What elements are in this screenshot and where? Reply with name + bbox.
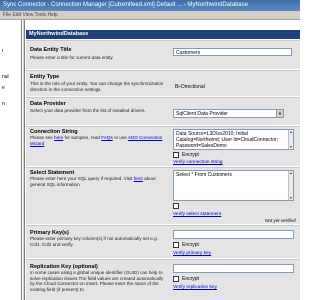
primary-key-section: Primary Key(s) Please enter primary key …: [26, 225, 300, 258]
nav-item[interactable]: nal: [2, 74, 9, 80]
select-statement-desc: Please enter here your SQL query if requ…: [30, 176, 168, 187]
connection-string-desc-mid: for samples, read: [64, 135, 101, 140]
verify-status: Not yet verified: [265, 218, 296, 223]
entity-type-section: Entity Type This is the role of your ent…: [26, 70, 300, 96]
scroll-up-icon[interactable]: ▲: [289, 171, 293, 175]
nav-item[interactable]: e: [2, 85, 5, 91]
verify-select-link[interactable]: Verify select statement: [173, 212, 221, 217]
entity-type-value: Bi-Directional: [175, 84, 205, 90]
chevron-down-icon[interactable]: ▼: [276, 110, 283, 117]
encrypt-replication-label: Encrypt: [182, 276, 199, 282]
verify-primary-key-link[interactable]: Verify primary key: [173, 251, 211, 256]
menu-bar[interactable]: File Edit View Tools Help: [0, 11, 300, 20]
entity-title-label: Data Entity Title: [30, 47, 72, 53]
data-provider-desc: Select your data provider from the list …: [30, 108, 146, 113]
connection-string-desc-pre: Please see: [30, 135, 53, 140]
scroll-down-icon[interactable]: ▼: [289, 145, 293, 149]
splitter[interactable]: [22, 20, 25, 300]
sql-here-link[interactable]: here: [134, 176, 143, 181]
nav-item[interactable]: n: [2, 101, 5, 107]
replication-key-input[interactable]: [173, 264, 294, 273]
connection-string-value: Data Source=L3D\sv2010; Initial Catalog=…: [176, 131, 278, 149]
verify-replication-link[interactable]: Verify replication key: [173, 285, 217, 290]
textarea-scrollbar[interactable]: ▲ ▼: [288, 130, 293, 149]
connection-string-section: Connection String Please see here for sa…: [26, 126, 300, 166]
select-statement-desc-pre: Please enter here your SQL query if requ…: [30, 176, 133, 181]
data-provider-section: Data Provider Select your data provider …: [26, 97, 300, 125]
textarea-scrollbar[interactable]: ▲ ▼: [288, 171, 293, 200]
select-statement-textarea[interactable]: Select * From Customers ▲ ▼: [173, 170, 294, 201]
entity-editor: MyNorthwindDatabase Data Entity Title Pl…: [26, 20, 300, 300]
samples-here-link[interactable]: here: [54, 135, 63, 140]
entity-title-desc: Please enter a title for current data en…: [30, 55, 114, 60]
primary-key-desc: Please enter primary key column(s) if no…: [30, 236, 158, 247]
data-provider-value: SqlClient Data Provider: [176, 111, 228, 117]
data-provider-label: Data Provider: [30, 101, 66, 107]
scroll-up-icon[interactable]: ▲: [289, 130, 293, 134]
select-statement-value: Select * From Customers: [176, 172, 232, 178]
entity-type-label: Entity Type: [30, 74, 60, 80]
entity-type-desc: This is the role of your entity. You can…: [30, 81, 164, 92]
entity-title-section: Data Entity Title Please enter a title f…: [26, 40, 300, 69]
scroll-down-icon[interactable]: ▼: [289, 196, 293, 200]
entity-title-input[interactable]: Customers: [173, 48, 292, 56]
connection-header: MyNorthwindDatabase: [26, 30, 300, 39]
faqs-link[interactable]: FAQs: [101, 135, 113, 140]
connection-string-desc-or: or use: [114, 135, 127, 140]
encrypt-select-checkbox[interactable]: [173, 203, 179, 209]
connection-string-textarea[interactable]: Data Source=L3D\sv2010; Initial Catalog=…: [173, 129, 294, 150]
verify-connection-link[interactable]: Verify connection string: [173, 160, 223, 165]
navigation-panel: r nal e n: [0, 20, 22, 300]
connection-string-desc: Please see here for samples, read FAQs o…: [30, 135, 168, 146]
nav-item[interactable]: r: [2, 48, 4, 54]
primary-key-input[interactable]: [173, 230, 294, 239]
encrypt-replication-checkbox[interactable]: [173, 276, 179, 282]
encrypt-primary-key-checkbox[interactable]: [173, 242, 179, 248]
select-statement-section: Select Statement Please enter here your …: [26, 167, 300, 224]
replication-key-section: Replication Key (optional) In some cases…: [26, 259, 300, 300]
data-provider-select[interactable]: SqlClient Data Provider ▼: [173, 109, 284, 118]
replication-key-desc: In some cases using a global unique iden…: [30, 270, 164, 292]
window-titlebar: Sync Connector - Connection Manager [Cub…: [0, 0, 300, 11]
encrypt-primary-key-label: Encrypt: [182, 242, 199, 248]
encrypt-connection-checkbox[interactable]: [173, 152, 179, 158]
encrypt-connection-label: Encrypt: [182, 152, 199, 158]
